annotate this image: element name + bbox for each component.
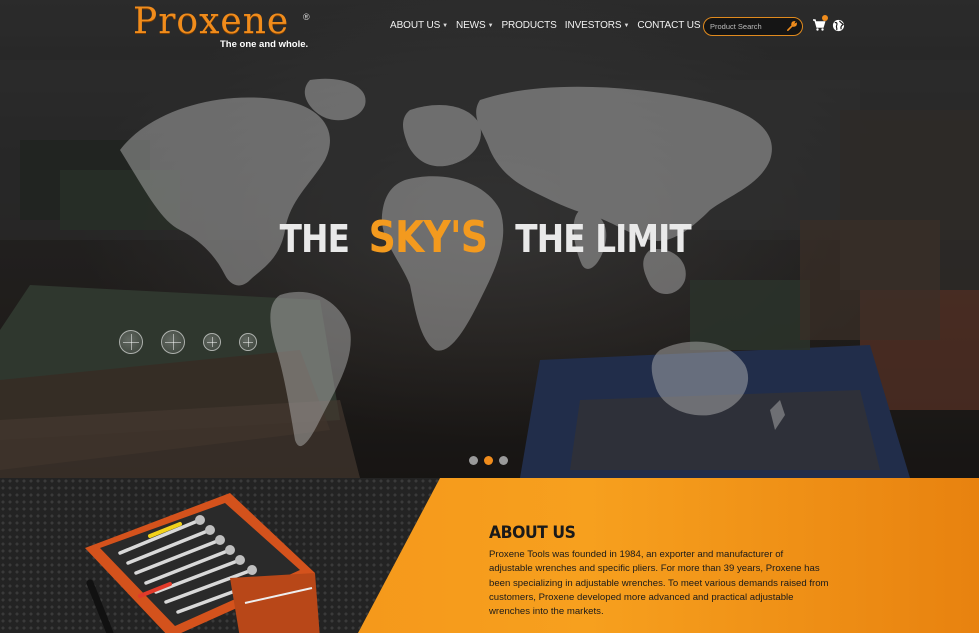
brand-logo[interactable]: Proxene ® The one and whole. <box>133 1 310 51</box>
about-description: Proxene Tools was founded in 1984, an ex… <box>489 549 829 618</box>
slider-pagination <box>469 456 508 465</box>
decorative-globes <box>119 330 257 354</box>
globe-decoration-icon <box>119 330 143 354</box>
slide-dot-3[interactable] <box>499 456 508 465</box>
headline-part-1: THE <box>279 217 349 261</box>
world-map-graphic <box>120 78 785 447</box>
toolbox-image <box>85 493 320 633</box>
cart-badge <box>822 15 828 21</box>
logo-wordmark: Proxene <box>133 1 290 42</box>
nav-item-contact-us[interactable]: CONTACT US <box>637 20 700 31</box>
about-section: ABOUT US Proxene Tools was founded in 19… <box>0 478 979 633</box>
nav-label: INVESTORS <box>564 20 622 31</box>
globe-decoration-icon <box>203 333 221 351</box>
hero-headline: THE SKY'S THE LIMIT <box>0 212 979 263</box>
nav-item-products[interactable]: PRODUCTS <box>501 20 556 31</box>
about-title: ABOUT US <box>489 523 576 543</box>
globe-decoration-icon <box>239 333 257 351</box>
cart-button[interactable] <box>812 15 828 32</box>
wrench-icon <box>786 21 797 31</box>
chevron-down-icon: ▼ <box>442 22 448 29</box>
chevron-down-icon: ▼ <box>623 22 630 29</box>
nav-label: ABOUT US <box>390 20 441 31</box>
registered-mark: ® <box>303 12 310 22</box>
nav-label: CONTACT US <box>637 20 701 31</box>
nav-label: PRODUCTS <box>501 20 557 31</box>
search-input[interactable] <box>710 22 780 31</box>
language-button[interactable] <box>832 19 845 32</box>
search-button[interactable] <box>784 20 798 33</box>
nav-item-news[interactable]: NEWS ▼ <box>455 20 494 31</box>
slide-dot-2[interactable] <box>484 456 493 465</box>
main-nav: ABOUT US ▼ NEWS ▼ PRODUCTS INVESTORS ▼ CONT… <box>390 20 708 31</box>
hero-banner: Proxene ® The one and whole. ABOUT US ▼ N… <box>0 0 979 478</box>
slide-dot-1[interactable] <box>469 456 478 465</box>
headline-highlight: SKY'S <box>368 212 488 263</box>
nav-item-investors[interactable]: INVESTORS ▼ <box>565 20 630 31</box>
logo-tagline: The one and whole. <box>220 39 309 50</box>
product-search <box>703 17 803 36</box>
globe-icon <box>832 19 845 32</box>
globe-decoration-icon <box>161 330 185 354</box>
nav-label: NEWS <box>455 20 486 31</box>
nav-item-about-us[interactable]: ABOUT US ▼ <box>390 20 448 31</box>
chevron-down-icon: ▼ <box>487 22 494 29</box>
headline-part-3: THE LIMIT <box>515 217 691 261</box>
